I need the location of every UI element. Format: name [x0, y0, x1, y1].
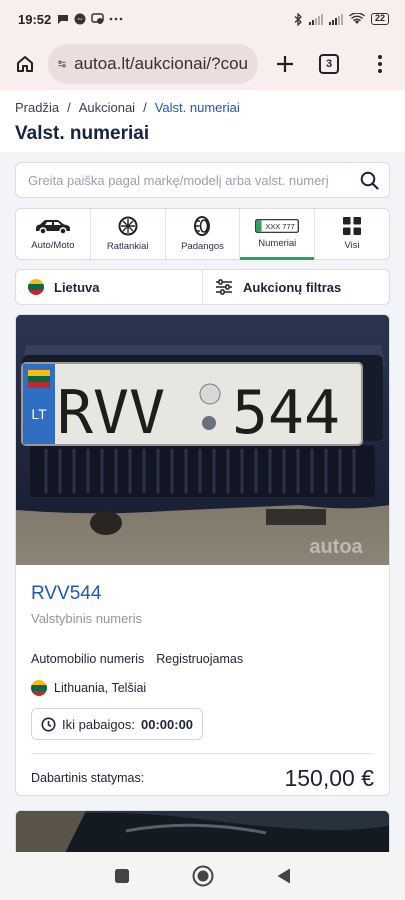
listing-tags: Automobilio numeris Registruojamas: [31, 652, 374, 666]
signal-icon: [308, 13, 323, 25]
listing-title[interactable]: RVV544: [31, 583, 374, 605]
license-plate-icon: XXX 777: [255, 219, 300, 233]
tab-label: Visi: [344, 240, 360, 251]
plate-country-code: LT: [31, 406, 47, 422]
tire-icon: [194, 216, 211, 236]
tab-visi[interactable]: Visi: [315, 209, 389, 259]
car-icon: [35, 220, 70, 235]
sliders-icon: [216, 279, 232, 295]
auction-filter-label: Aukcionų filtras: [243, 279, 342, 295]
page-title: Valst. numeriai: [15, 123, 150, 144]
system-icons: 22: [294, 12, 389, 26]
grid-icon: [343, 217, 362, 235]
breadcrumb-separator: /: [143, 100, 147, 115]
tab-count: 3: [319, 54, 339, 74]
listing-card-next[interactable]: [15, 810, 390, 852]
message-icon: [58, 15, 69, 24]
tab-label: Padangos: [181, 241, 224, 252]
search-button[interactable]: [349, 162, 389, 198]
listing-subtitle: Valstybinis numeris: [31, 611, 143, 626]
watermark: autoa: [309, 536, 363, 558]
tab-ratlankiai[interactable]: Ratlankiai: [91, 209, 166, 259]
breadcrumb-separator: /: [67, 100, 71, 115]
lithuania-flag-icon: [31, 680, 47, 696]
clock-icon: [41, 717, 56, 731]
timer-label: Iki pabaigos:: [62, 716, 135, 732]
plate-photo: LT RVV 544 autoa: [16, 315, 389, 565]
clock: 19:52: [18, 11, 52, 27]
battery-icon: 22: [370, 13, 389, 25]
messenger-icon: [74, 13, 86, 25]
country-label: Lietuva: [54, 279, 100, 295]
notification-icons: [57, 13, 123, 25]
page-header: Pradžia / Aukcionai / Valst. numeriai Va…: [0, 90, 405, 152]
listing-location: Lithuania, Telšiai: [31, 680, 374, 696]
signal-icon-2: [328, 13, 343, 25]
browser-toolbar: autoa.lt/aukcionai/?cou 3: [0, 38, 405, 90]
browser-menu-icon[interactable]: [365, 49, 395, 79]
listing-details: RVV544 Valstybinis numeris Automobilio n…: [16, 565, 389, 795]
wifi-icon: [349, 13, 365, 24]
status-bar: 19:52 22: [0, 0, 405, 38]
current-bid: Dabartinis statymas: 150,00 €: [31, 754, 374, 795]
url-text[interactable]: autoa.lt/aukcionai/?cou: [74, 54, 248, 74]
plate-letters: RVV: [57, 378, 165, 448]
plate-digits: 544: [232, 378, 340, 448]
listing-photo[interactable]: LT RVV 544 autoa: [16, 315, 389, 565]
next-listing-photo: [16, 811, 389, 852]
tab-numeriai[interactable]: XXX 777 Numeriai: [240, 209, 316, 260]
tab-label: Numeriai: [258, 238, 297, 249]
lithuania-flag-icon: [28, 279, 44, 295]
search-placeholder: Greita paiška pagal markę/modelį arba va…: [28, 172, 329, 188]
tab-auto-moto[interactable]: Auto/Moto: [16, 209, 91, 259]
category-tabs: Auto/Moto Ratlankiai Padangos XXX 777 Nu…: [15, 208, 390, 260]
new-tab-icon[interactable]: [270, 49, 300, 79]
search-input[interactable]: Greita paiška pagal markę/modelį arba va…: [15, 162, 390, 198]
tab-label: Auto/Moto: [31, 240, 75, 251]
timer-value: 00:00:00: [141, 716, 194, 732]
home-nav-icon[interactable]: [192, 865, 214, 887]
chat-icon: [91, 13, 104, 24]
bid-price: 150,00 €: [284, 764, 374, 791]
country-select[interactable]: Lietuva: [16, 270, 202, 304]
tab-label: Ratlankiai: [106, 241, 149, 252]
more-icon: [109, 17, 123, 21]
bid-label: Dabartinis statymas:: [31, 771, 145, 785]
recents-icon[interactable]: [114, 868, 130, 884]
tab-padangos[interactable]: Padangos: [166, 209, 241, 259]
listing-card[interactable]: LT RVV 544 autoa RVV544 Valstybinis nume…: [15, 314, 390, 796]
site-settings-icon[interactable]: [58, 57, 66, 71]
tag: Registruojamas: [156, 652, 244, 666]
web-page: Pradžia / Aukcionai / Valst. numeriai Va…: [0, 90, 405, 852]
breadcrumb: Pradžia / Aukcionai / Valst. numeriai: [15, 100, 390, 115]
tab-switcher-button[interactable]: 3: [314, 49, 344, 79]
location-text: Lithuania, Telšiai: [54, 681, 147, 695]
countdown-timer: Iki pabaigos: 00:00:00: [31, 708, 204, 740]
breadcrumb-current[interactable]: Valst. numeriai: [155, 100, 240, 115]
rim-icon: [118, 216, 138, 236]
auction-filter-button[interactable]: Aukcionų filtras: [202, 270, 389, 304]
search-icon: [360, 171, 379, 190]
back-icon[interactable]: [276, 867, 292, 885]
system-nav-bar: [0, 852, 405, 900]
breadcrumb-home[interactable]: Pradžia: [15, 100, 59, 115]
address-bar[interactable]: autoa.lt/aukcionai/?cou: [48, 44, 258, 84]
plate-icon-text: XXX 777: [265, 222, 295, 231]
bluetooth-icon: [294, 12, 302, 26]
tag: Automobilio numeris: [31, 652, 145, 666]
filter-bar: Lietuva Aukcionų filtras: [15, 269, 390, 305]
home-icon[interactable]: [10, 49, 40, 79]
breadcrumb-auctions[interactable]: Aukcionai: [79, 100, 135, 115]
